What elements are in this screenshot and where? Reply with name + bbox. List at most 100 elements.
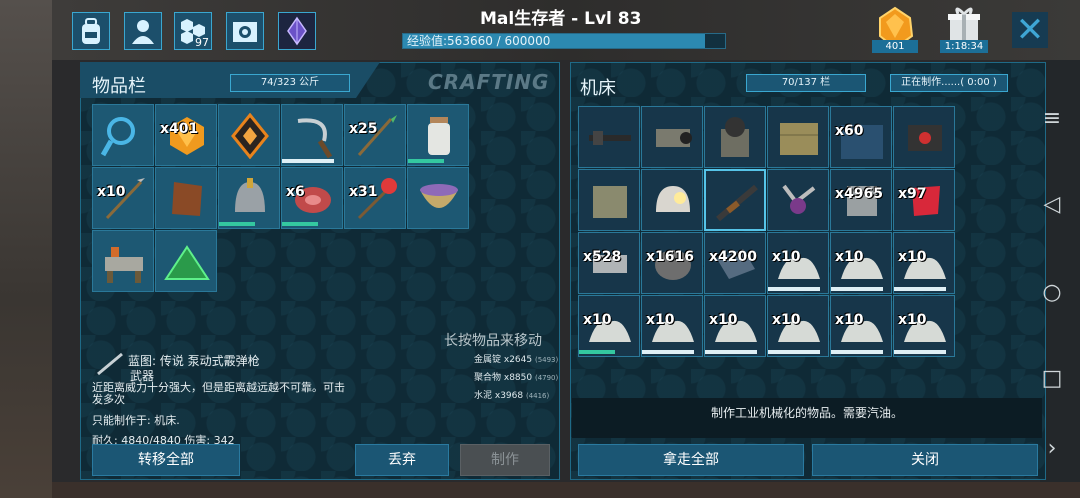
inventory-slot[interactable] — [407, 104, 469, 166]
inventory-slot[interactable]: x60 — [830, 106, 892, 168]
inventory-slot[interactable] — [281, 104, 343, 166]
inventory-slot[interactable] — [704, 169, 766, 231]
inventory-slot[interactable]: x10 — [767, 295, 829, 357]
resource-have: (4416) — [525, 392, 550, 400]
inventory-slot[interactable] — [767, 106, 829, 168]
inventory-slot[interactable] — [893, 106, 955, 168]
slot-quantity: x401 — [160, 121, 199, 137]
inventory-slot[interactable]: x401 — [155, 104, 217, 166]
inventory-slot[interactable] — [155, 230, 217, 292]
slot-quantity: x10 — [898, 249, 927, 265]
resource-label: 金属锭 — [474, 355, 504, 365]
inventory-slot[interactable] — [578, 106, 640, 168]
xp-bar: 经验值:563660 / 600000 — [402, 33, 726, 49]
inventory-slot[interactable] — [767, 169, 829, 231]
inventory-slot[interactable] — [704, 106, 766, 168]
engram-icon[interactable]: 97 — [174, 12, 212, 50]
slot-quantity: x6 — [286, 184, 305, 200]
slot-quantity: x4965 — [835, 186, 883, 202]
inventory-slot[interactable]: x1616 — [641, 232, 703, 294]
inventory-slot[interactable] — [407, 167, 469, 229]
slot-quantity: x528 — [583, 249, 622, 265]
inventory-title: 物品栏 — [92, 76, 146, 97]
durability-bar — [831, 350, 883, 354]
machine-slots-badge: 70/137 栏 — [746, 74, 866, 92]
inventory-slot[interactable] — [641, 106, 703, 168]
craft-button[interactable]: 制作 — [460, 444, 550, 476]
inventory-slot[interactable]: x4965 — [830, 169, 892, 231]
inventory-slot[interactable] — [218, 167, 280, 229]
gift-icon[interactable] — [944, 4, 984, 44]
durability-bar — [579, 350, 615, 354]
inventory-slot[interactable] — [641, 169, 703, 231]
chevron-right-icon[interactable]: › — [1040, 436, 1064, 461]
backpack-icon[interactable] — [72, 12, 110, 50]
crafting-tab[interactable]: CRAFTING — [428, 70, 549, 94]
slot-quantity: x4200 — [709, 249, 757, 265]
home-icon[interactable]: ○ — [1040, 280, 1064, 305]
recents-icon[interactable]: □ — [1040, 366, 1064, 391]
crafting-status-badge: 正在制作......( 0:00 ) — [890, 74, 1008, 92]
element-shard-icon — [231, 113, 269, 159]
inventory-slot[interactable]: x10 — [830, 232, 892, 294]
background-scenery-bottom — [52, 482, 1080, 498]
background-scenery-left — [0, 0, 52, 498]
inventory-slot[interactable]: x10 — [893, 232, 955, 294]
inventory-slot[interactable]: x10 — [641, 295, 703, 357]
inventory-slot[interactable] — [155, 167, 217, 229]
machine-title: 机床 — [580, 78, 616, 99]
holo-scope-icon — [908, 125, 942, 151]
move-hint: 长按物品来移动 — [444, 333, 542, 349]
inventory-slot[interactable]: x10 — [893, 295, 955, 357]
inventory-slot[interactable] — [92, 230, 154, 292]
inventory-slot[interactable] — [218, 104, 280, 166]
inventory-slot[interactable] — [92, 104, 154, 166]
slot-quantity: x25 — [349, 121, 378, 137]
shotgun-blueprint-icon — [97, 352, 123, 376]
inventory-slot[interactable] — [578, 169, 640, 231]
inventory-slot[interactable]: x10 — [578, 295, 640, 357]
slot-quantity: x10 — [646, 312, 675, 328]
slot-quantity: x10 — [583, 312, 612, 328]
slot-quantity: x60 — [835, 123, 864, 139]
durability-bar — [831, 287, 883, 291]
inventory-slot[interactable]: x6 — [281, 167, 343, 229]
drop-button[interactable]: 丢弃 — [355, 444, 449, 476]
sickle-icon — [297, 118, 333, 159]
slot-quantity: x10 — [835, 249, 864, 265]
helmet-icon — [235, 178, 265, 212]
resource-label: 聚合物 — [474, 373, 504, 383]
close-button[interactable]: 关闭 — [812, 444, 1038, 476]
menu-icon[interactable]: ≡ — [1040, 106, 1064, 131]
inventory-slot[interactable]: x528 — [578, 232, 640, 294]
close-x-button[interactable]: ✕ — [1012, 10, 1048, 50]
slot-quantity: x10 — [772, 312, 801, 328]
inventory-slot[interactable]: x25 — [344, 104, 406, 166]
back-icon[interactable]: ◁ — [1040, 192, 1064, 217]
durability-bar — [894, 287, 946, 291]
weight-badge: 74/323 公斤 — [230, 74, 350, 92]
inventory-slot[interactable]: x4200 — [704, 232, 766, 294]
blueprint-craft-location: 只能制作于: 机床. — [92, 414, 180, 427]
resource-requirement: 水泥 x3968 (4416) — [474, 388, 549, 401]
slot-quantity: x10 — [97, 184, 126, 200]
transfer-all-button[interactable]: 转移全部 — [92, 444, 240, 476]
tribe-icon[interactable] — [278, 12, 316, 50]
inventory-slot[interactable]: x10 — [830, 295, 892, 357]
durability-bar — [642, 350, 694, 354]
durability-bar — [219, 222, 255, 226]
durability-bar — [282, 159, 334, 163]
settings-icon[interactable] — [226, 12, 264, 50]
inventory-slot[interactable]: x31 — [344, 167, 406, 229]
inventory-slot[interactable]: x10 — [92, 167, 154, 229]
take-all-button[interactable]: 拿走全部 — [578, 444, 804, 476]
character-icon[interactable] — [124, 12, 162, 50]
inventory-slot[interactable]: x10 — [767, 232, 829, 294]
inventory-slot[interactable]: x97 — [893, 169, 955, 231]
resource-amount: x3968 — [494, 391, 526, 401]
gift-timer: 1:18:34 — [940, 40, 988, 53]
blueprint-description: 近距离威力十分强大，但是距离越远越不可靠。可击发多次 — [92, 381, 345, 406]
inventory-slot[interactable]: x10 — [704, 295, 766, 357]
resource-requirement: 金属锭 x2645 (5493) — [474, 352, 558, 365]
resource-have: (5493) — [534, 356, 559, 364]
